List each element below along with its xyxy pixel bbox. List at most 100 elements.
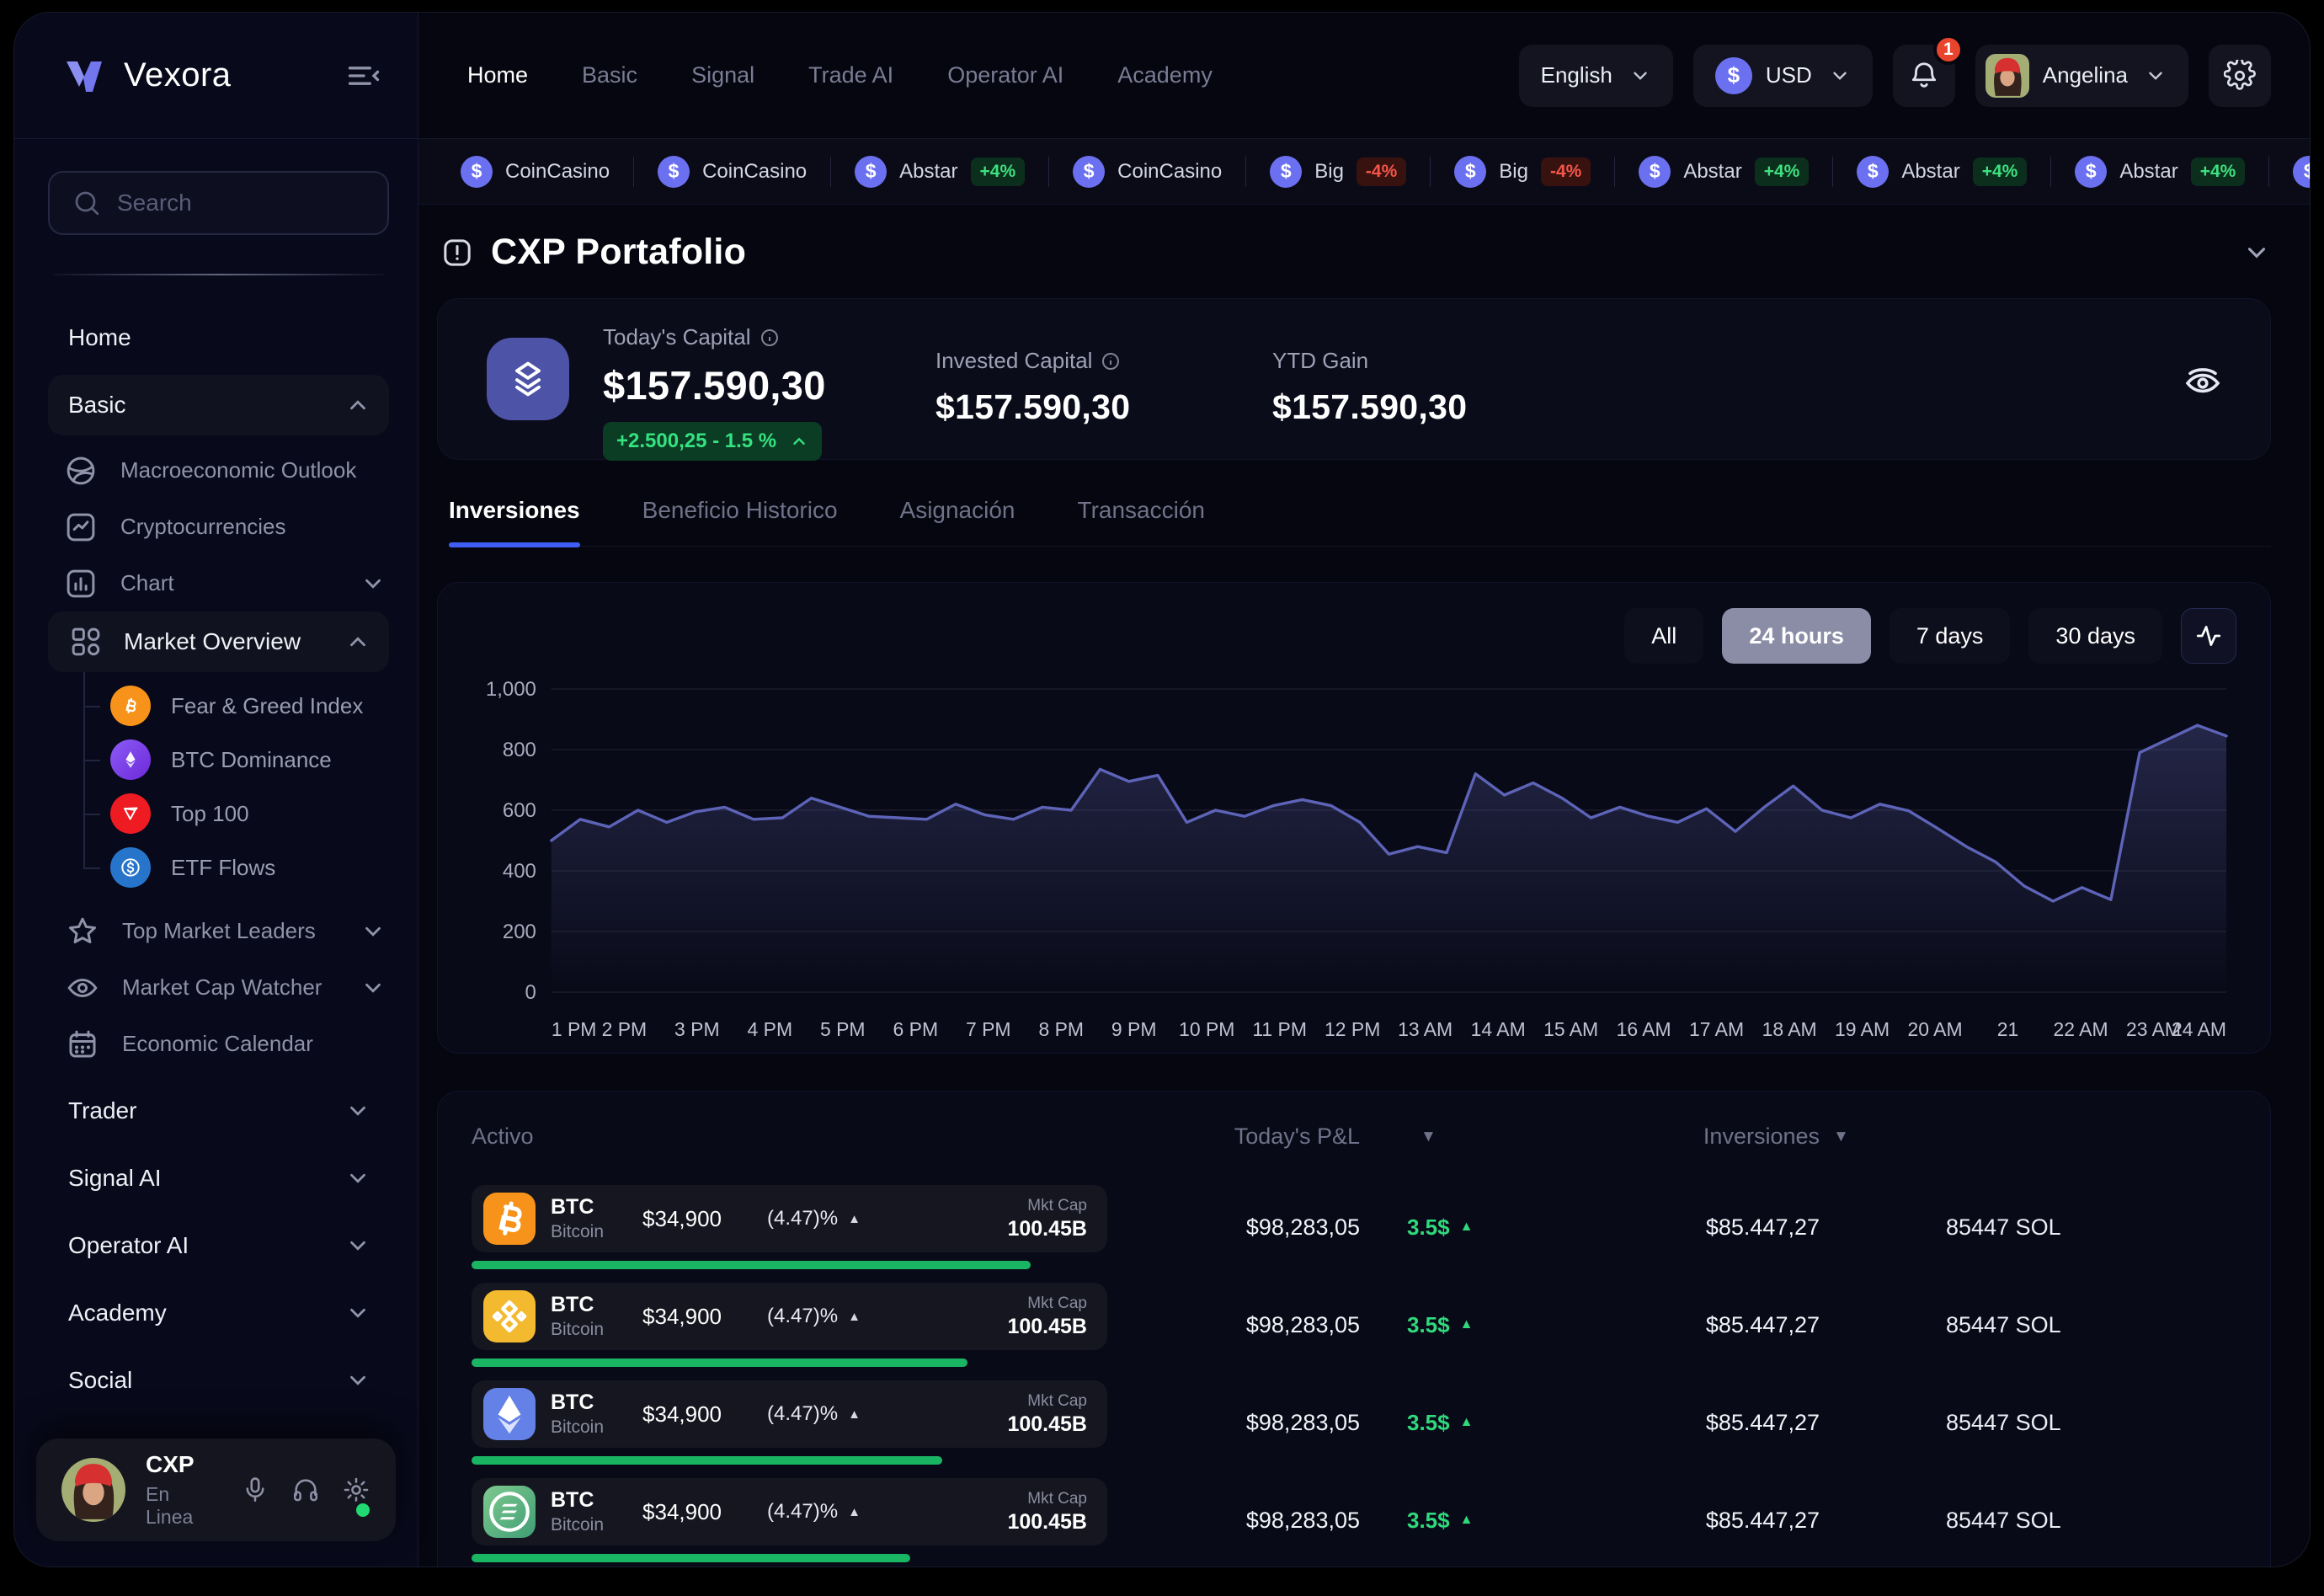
headphones-icon[interactable]: [291, 1476, 320, 1504]
chevron-down-icon[interactable]: [2242, 238, 2271, 267]
main-area: Home Basic Signal Trade AI Operator AI A…: [418, 13, 2310, 1567]
sidebar-item-top-100[interactable]: Top 100: [48, 787, 389, 841]
language-selector[interactable]: English: [1519, 45, 1673, 107]
user-menu[interactable]: Angelina: [1975, 45, 2188, 107]
filter-30-days[interactable]: 30 days: [2028, 608, 2162, 664]
sidebar-item-academy[interactable]: Academy: [48, 1283, 389, 1343]
avatar: [61, 1458, 125, 1522]
filter-all[interactable]: All: [1624, 608, 1703, 664]
sol-amount: 85447 SOL: [1946, 1410, 2061, 1436]
topnav-trade-ai[interactable]: Trade AI: [808, 62, 893, 88]
search-box[interactable]: [48, 171, 389, 235]
filter-7-days[interactable]: 7 days: [1890, 608, 2011, 664]
settings-button[interactable]: [2209, 45, 2271, 107]
sidebar-item-basic[interactable]: Basic: [48, 375, 389, 435]
mktcap-label: Mkt Cap: [1007, 1197, 1087, 1215]
sidebar-item-home[interactable]: Home: [48, 307, 389, 368]
coin-icon: $: [2293, 156, 2310, 188]
visibility-toggle-icon[interactable]: [2183, 360, 2223, 400]
sidebar-collapse-icon[interactable]: [345, 57, 382, 94]
column-header-inversiones[interactable]: Inversiones: [1584, 1124, 1820, 1150]
notifications-button[interactable]: 1: [1893, 45, 1955, 107]
asset-cell[interactable]: BTCBitcoin $34,900 (4.47)%▲ Mkt Cap100.4…: [472, 1478, 1107, 1545]
coin-icon: $: [1073, 156, 1105, 188]
ticker-item[interactable]: $Abstar+4%: [831, 156, 1048, 188]
chart-type-button[interactable]: [2181, 608, 2236, 664]
sort-icon[interactable]: ▼: [1833, 1128, 1849, 1146]
sidebar-item-economic-calendar[interactable]: Economic Calendar: [48, 1016, 389, 1072]
topnav-operator-ai[interactable]: Operator AI: [947, 62, 1063, 88]
sidebar-item-top-market-leaders[interactable]: Top Market Leaders: [48, 903, 389, 959]
svg-text:16 AM: 16 AM: [1617, 1018, 1671, 1040]
info-circle-icon: [1101, 351, 1121, 371]
time-range-filters: All 24 hours 7 days 30 days: [472, 608, 2236, 664]
sidebar-item-market-cap-watcher[interactable]: Market Cap Watcher: [48, 959, 389, 1016]
tab-inversiones[interactable]: Inversiones: [449, 497, 580, 546]
svg-text:5 PM: 5 PM: [820, 1018, 866, 1040]
ticker-item[interactable]: $Big-4%: [1431, 156, 1614, 188]
sidebar-item-social[interactable]: Social: [48, 1350, 389, 1411]
sidebar-item-label: Market Overview: [124, 628, 301, 655]
table-row[interactable]: BTCBitcoin $34,900 (4.47)%▲ Mkt Cap100.4…: [472, 1185, 2236, 1269]
sidebar-item-btc-dominance[interactable]: BTC Dominance: [48, 733, 389, 787]
tab-transaccion[interactable]: Transacción: [1078, 497, 1205, 546]
pnl-value: $98,283,05: [1107, 1214, 1360, 1241]
topnav-signal[interactable]: Signal: [691, 62, 754, 88]
top-bar: Home Basic Signal Trade AI Operator AI A…: [418, 13, 2310, 139]
topnav-basic[interactable]: Basic: [582, 62, 637, 88]
topnav-home[interactable]: Home: [467, 62, 528, 88]
column-header-pnl[interactable]: Today's P&L: [1107, 1124, 1360, 1150]
asset-cell[interactable]: BTCBitcoin $34,900 (4.47)%▲ Mkt Cap100.4…: [472, 1283, 1107, 1350]
topnav-academy[interactable]: Academy: [1117, 62, 1213, 88]
asset-price: $34,900: [642, 1499, 722, 1525]
ticker-item[interactable]: $Big-4%: [1246, 156, 1430, 188]
ticker-item[interactable]: $CoinCasino: [1049, 156, 1245, 188]
app-window: Vexora Home Basic: [13, 12, 2311, 1567]
chevron-up-icon: [345, 392, 370, 418]
chevron-down-icon: [360, 919, 386, 944]
ticker-item[interactable]: $Abstar+4%: [1833, 156, 2050, 188]
up-triangle-icon: ▲: [1460, 1317, 1474, 1332]
sidebar-item-market-overview[interactable]: Market Overview: [48, 611, 389, 672]
coin-icon: $: [1857, 156, 1889, 188]
table-row[interactable]: BTCBitcoin $34,900 (4.47)%▲ Mkt Cap100.4…: [472, 1283, 2236, 1367]
user-card[interactable]: CXP En Linea: [36, 1439, 396, 1541]
sidebar-item-signal-ai[interactable]: Signal AI: [48, 1148, 389, 1209]
ticker-item[interactable]: $Abstar+4%: [2269, 156, 2310, 188]
sidebar-item-macroeconomic-outlook[interactable]: Macroeconomic Outlook: [48, 442, 389, 499]
svg-text:10 PM: 10 PM: [1179, 1018, 1234, 1040]
info-icon: [440, 236, 474, 270]
microphone-icon[interactable]: [241, 1476, 269, 1504]
ticker-item[interactable]: $Abstar+4%: [1615, 156, 1832, 188]
mktcap-value: 100.45B: [1007, 1315, 1087, 1339]
tab-asignacion[interactable]: Asignación: [900, 497, 1015, 546]
sidebar-item-chart[interactable]: Chart: [48, 555, 389, 611]
up-triangle-icon: ▲: [1460, 1220, 1474, 1235]
filter-24-hours[interactable]: 24 hours: [1722, 608, 1871, 664]
search-input[interactable]: [117, 189, 365, 216]
sidebar-item-label: Cryptocurrencies: [120, 514, 286, 540]
ticker-item[interactable]: $CoinCasino: [634, 156, 830, 188]
sidebar-item-trader[interactable]: Trader: [48, 1081, 389, 1141]
ticker-item[interactable]: $Abstar+4%: [2051, 156, 2268, 188]
asset-cell[interactable]: BTCBitcoin $34,900 (4.47)%▲ Mkt Cap100.4…: [472, 1380, 1107, 1448]
sidebar-item-cryptocurrencies[interactable]: Cryptocurrencies: [48, 499, 389, 555]
asset-price: $34,900: [642, 1206, 722, 1232]
sidebar-item-operator-ai[interactable]: Operator AI: [48, 1215, 389, 1276]
sidebar-item-etf-flows[interactable]: ETF Flows: [48, 841, 389, 894]
chevron-up-icon: [345, 629, 370, 654]
sidebar-item-fear-greed-index[interactable]: Fear & Greed Index: [48, 679, 389, 733]
bitcoin-icon: [110, 686, 151, 726]
brand-name: Vexora: [124, 56, 232, 94]
allocation-bar: [472, 1456, 1107, 1465]
sort-icon[interactable]: ▼: [1421, 1128, 1437, 1146]
sol-amount: 85447 SOL: [1946, 1312, 2061, 1338]
currency-selector[interactable]: $ USD: [1693, 45, 1873, 107]
table-row[interactable]: BTCBitcoin $34,900 (4.47)%▲ Mkt Cap100.4…: [472, 1478, 2236, 1562]
up-triangle-icon: ▲: [848, 1505, 861, 1519]
ethereum-icon: [483, 1388, 536, 1440]
asset-cell[interactable]: BTCBitcoin $34,900 (4.47)%▲ Mkt Cap100.4…: [472, 1185, 1107, 1252]
table-row[interactable]: BTCBitcoin $34,900 (4.47)%▲ Mkt Cap100.4…: [472, 1380, 2236, 1465]
ticker-item[interactable]: $CoinCasino: [437, 156, 633, 188]
tab-beneficio-historico[interactable]: Beneficio Historico: [642, 497, 838, 546]
